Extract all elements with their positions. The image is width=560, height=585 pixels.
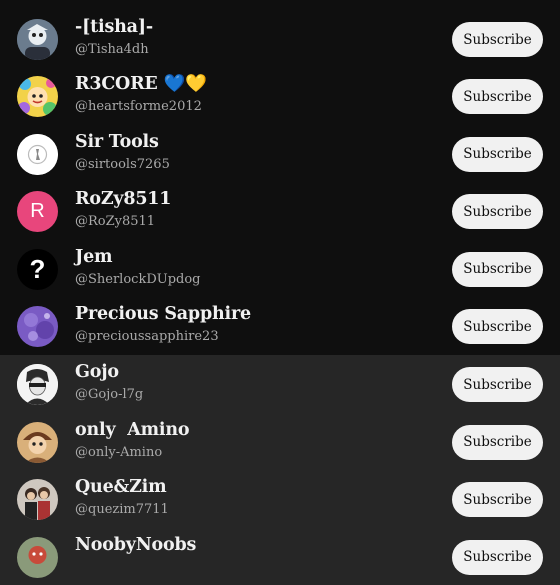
- subscribe-button[interactable]: Subscribe: [452, 367, 543, 402]
- subscribe-button[interactable]: Subscribe: [452, 137, 543, 172]
- subscribe-button[interactable]: Subscribe: [452, 482, 543, 517]
- channel-handle: @Tisha4dh: [75, 42, 149, 57]
- channel-avatar[interactable]: [17, 19, 58, 60]
- channel-handle: @heartsforme2012: [75, 99, 202, 114]
- subscribe-button[interactable]: Subscribe: [452, 22, 543, 57]
- channel-name[interactable]: R3CORE 💙💛: [75, 74, 207, 94]
- channel-row[interactable]: Gojo @Gojo-l7g Subscribe: [0, 355, 560, 413]
- channel-handle: @Gojo-l7g: [75, 387, 143, 402]
- avatar-letter: R: [30, 200, 44, 223]
- subscribe-button[interactable]: Subscribe: [452, 540, 543, 575]
- channel-handle: @quezim7711: [75, 502, 169, 517]
- channel-name[interactable]: NoobyNoobs: [75, 535, 196, 555]
- channel-handle: @SherlockDUpdog: [75, 272, 201, 287]
- channel-name[interactable]: Gojo: [75, 362, 119, 382]
- channel-avatar[interactable]: [17, 537, 58, 578]
- channel-row[interactable]: ? Jem @SherlockDUpdog Subscribe: [0, 240, 560, 298]
- channel-name[interactable]: RoZy8511: [75, 189, 171, 209]
- channel-name[interactable]: Precious Sapphire: [75, 304, 251, 324]
- avatar-image-icon: [17, 422, 58, 463]
- channel-name[interactable]: Que&Zim: [75, 477, 166, 497]
- subscribe-button[interactable]: Subscribe: [452, 79, 543, 114]
- channel-name[interactable]: Sir Tools: [75, 132, 159, 152]
- channel-row[interactable]: only Amino @only-Amino Subscribe: [0, 413, 560, 471]
- subscribe-button[interactable]: Subscribe: [452, 252, 543, 287]
- channel-avatar[interactable]: [17, 134, 58, 175]
- channel-row[interactable]: Precious Sapphire @precioussapphire23 Su…: [0, 297, 560, 355]
- channel-avatar[interactable]: [17, 422, 58, 463]
- channel-avatar[interactable]: [17, 76, 58, 117]
- channel-row[interactable]: R RoZy8511 @RoZy8511 Subscribe: [0, 182, 560, 240]
- channel-handle: @sirtools7265: [75, 157, 170, 172]
- channel-handle: @only-Amino: [75, 445, 162, 460]
- channel-handle: @precioussapphire23: [75, 329, 219, 344]
- channel-avatar[interactable]: ?: [17, 249, 58, 290]
- channel-handle: @RoZy8511: [75, 214, 155, 229]
- avatar-image-icon: [17, 537, 58, 578]
- channel-name[interactable]: -[tisha]-: [75, 17, 153, 37]
- channel-row[interactable]: Que&Zim @quezim7711 Subscribe: [0, 470, 560, 528]
- avatar-image-icon: [17, 19, 58, 60]
- question-mark-icon: ?: [30, 254, 46, 285]
- channel-row[interactable]: Sir Tools @sirtools7265 Subscribe: [0, 125, 560, 183]
- channel-row[interactable]: NoobyNoobs Subscribe: [0, 528, 560, 585]
- channel-row[interactable]: -[tisha]- @Tisha4dh Subscribe: [0, 10, 560, 68]
- avatar-image-icon: [17, 364, 58, 405]
- subscriptions-list: -[tisha]- @Tisha4dh Subscribe R3CORE 💙💛 …: [0, 0, 560, 560]
- channel-name[interactable]: only Amino: [75, 420, 189, 440]
- channel-name[interactable]: Jem: [75, 247, 112, 267]
- avatar-image-icon: [17, 479, 58, 520]
- channel-avatar[interactable]: [17, 306, 58, 347]
- avatar-image-icon: [17, 306, 58, 347]
- avatar-image-icon: [17, 76, 58, 117]
- channel-avatar[interactable]: R: [17, 191, 58, 232]
- subscribe-button[interactable]: Subscribe: [452, 425, 543, 460]
- channel-avatar[interactable]: [17, 364, 58, 405]
- channel-row[interactable]: R3CORE 💙💛 @heartsforme2012 Subscribe: [0, 67, 560, 125]
- subscribe-button[interactable]: Subscribe: [452, 309, 543, 344]
- subscribe-button[interactable]: Subscribe: [452, 194, 543, 229]
- wrench-icon: [17, 134, 58, 175]
- channel-avatar[interactable]: [17, 479, 58, 520]
